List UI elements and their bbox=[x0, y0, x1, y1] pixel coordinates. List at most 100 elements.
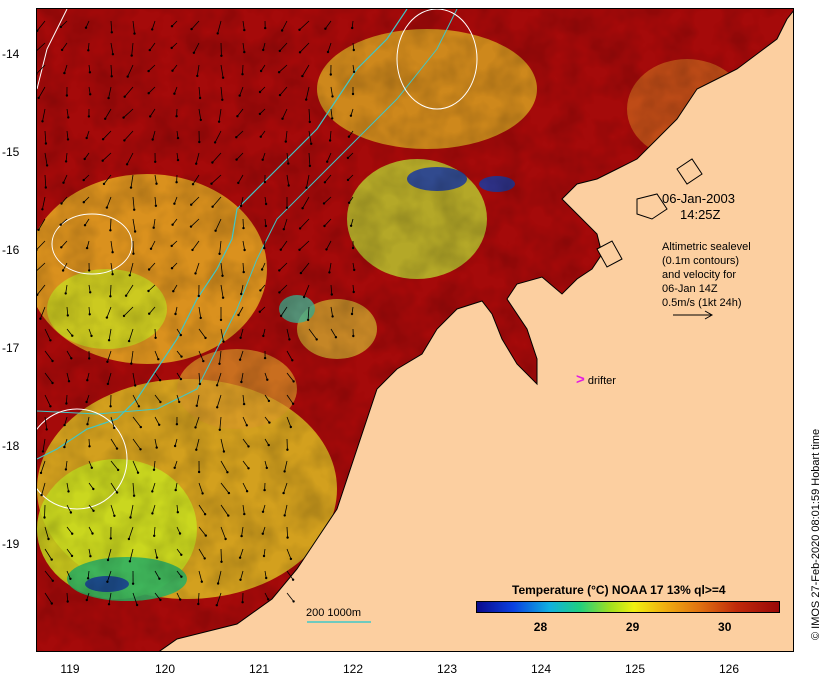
velocity-arrow-head bbox=[197, 294, 200, 298]
velocity-arrow-head bbox=[85, 136, 88, 140]
velocity-arrow-head bbox=[242, 402, 246, 406]
velocity-arrow-head bbox=[59, 223, 62, 226]
velocity-arrow-head bbox=[259, 69, 263, 73]
velocity-arrow-head bbox=[109, 405, 112, 408]
velocity-arrow-head bbox=[88, 445, 91, 448]
velocity-arrow-head bbox=[291, 359, 294, 362]
velocity-arrow-head bbox=[90, 466, 93, 469]
velocity-arrow-head bbox=[326, 50, 330, 54]
velocity-arrow-head bbox=[139, 448, 142, 451]
velocity-arrow-head bbox=[220, 54, 223, 57]
velocity-arrow-head bbox=[151, 512, 154, 515]
velocity-arrow-head bbox=[71, 334, 74, 337]
velocity-arrow-head bbox=[88, 71, 92, 74]
info-line: and velocity for bbox=[662, 269, 736, 281]
velocity-arrow-head bbox=[191, 183, 195, 186]
velocity-arrow-head bbox=[266, 378, 269, 381]
velocity-arrow-head bbox=[299, 271, 303, 275]
velocity-arrow-head bbox=[238, 94, 241, 97]
velocity-arrow-head bbox=[39, 471, 43, 475]
temperature-colorbar bbox=[476, 601, 780, 613]
velocity-arrow-head bbox=[69, 577, 72, 580]
velocity-arrow-head bbox=[322, 202, 326, 205]
velocity-arrow-head bbox=[174, 488, 177, 492]
velocity-arrow-head bbox=[240, 380, 243, 384]
velocity-arrow-head bbox=[107, 339, 111, 342]
velocity-arrow-head bbox=[63, 445, 66, 449]
velocity-arrow-head bbox=[280, 29, 284, 32]
velocity-arrow-head bbox=[210, 182, 213, 185]
velocity-arrow-head bbox=[122, 116, 125, 119]
velocity-arrow-head bbox=[298, 51, 302, 54]
velocity-arrow-head bbox=[239, 578, 242, 581]
velocity-arrow-head bbox=[45, 428, 48, 431]
velocity-arrow-head bbox=[130, 54, 133, 57]
velocity-arrow-head bbox=[170, 244, 173, 248]
velocity-arrow-head bbox=[192, 51, 196, 54]
x-tick-label: 122 bbox=[342, 662, 364, 676]
velocity-arrow-head bbox=[278, 291, 281, 294]
velocity-arrow-head bbox=[149, 115, 152, 118]
velocity-arrow-head bbox=[220, 560, 223, 563]
velocity-arrow-head bbox=[51, 381, 54, 385]
velocity-arrow-head bbox=[349, 114, 353, 117]
velocity-arrow-head bbox=[328, 271, 331, 274]
velocity-arrow-head bbox=[221, 274, 224, 277]
velocity-arrow-head bbox=[197, 602, 200, 606]
velocity-arrow-head bbox=[278, 49, 281, 53]
velocity-arrow-head bbox=[263, 488, 266, 492]
velocity-arrow-head bbox=[202, 359, 205, 363]
velocity-arrow-head bbox=[155, 182, 158, 185]
velocity-arrow-head bbox=[227, 514, 230, 517]
velocity-arrow-head bbox=[128, 274, 131, 277]
velocity-arrow-head bbox=[189, 225, 193, 228]
info-line: 06-Jan 14Z bbox=[662, 283, 718, 295]
velocity-arrow-head bbox=[243, 50, 246, 54]
velocity-arrow-head bbox=[88, 313, 91, 316]
velocity-arrow-head bbox=[268, 421, 271, 424]
velocity-arrow-head bbox=[258, 310, 261, 313]
velocity-arrow-head bbox=[104, 117, 107, 121]
velocity-arrow-head bbox=[323, 224, 326, 228]
velocity-arrow-head bbox=[261, 158, 264, 161]
velocity-arrow-head bbox=[41, 120, 44, 123]
velocity-arrow-head bbox=[148, 312, 151, 315]
drifter-legend: > drifter bbox=[576, 371, 616, 388]
velocity-arrow-head bbox=[326, 160, 329, 163]
velocity-arrow-head bbox=[86, 577, 90, 580]
velocity-arrow-head bbox=[298, 248, 301, 251]
velocity-arrow-head bbox=[203, 513, 207, 516]
velocity-arrow-head bbox=[349, 224, 353, 227]
velocity-arrow-head bbox=[346, 156, 350, 160]
velocity-arrow-head bbox=[288, 338, 291, 341]
velocity-arrow-head bbox=[264, 224, 268, 228]
velocity-arrow-head bbox=[201, 492, 204, 495]
velocity-arrow-head bbox=[152, 226, 155, 229]
colorbar-tick-label: 29 bbox=[625, 620, 640, 634]
velocity-arrow-head bbox=[263, 356, 267, 360]
velocity-arrow-head bbox=[64, 292, 67, 295]
velocity-arrow-head bbox=[224, 537, 227, 541]
velocity-arrow-head bbox=[151, 138, 154, 141]
velocity-arrow-head bbox=[172, 290, 175, 293]
velocity-arrow-head bbox=[71, 532, 74, 535]
velocity-arrow-head bbox=[63, 423, 66, 427]
velocity-arrow-head bbox=[65, 94, 69, 97]
velocity-arrow-head bbox=[346, 178, 350, 182]
velocity-arrow-head bbox=[132, 252, 135, 255]
velocity-arrow-head bbox=[115, 447, 119, 450]
velocity-arrow-head bbox=[158, 577, 161, 580]
velocity-arrow-head bbox=[89, 555, 92, 558]
velocity-arrow-head bbox=[261, 532, 264, 535]
sst-map[interactable] bbox=[36, 8, 794, 652]
velocity-arrow-head bbox=[110, 75, 113, 78]
velocity-arrow-head bbox=[87, 115, 91, 118]
velocity-arrow-head bbox=[83, 224, 87, 227]
velocity-arrow-head bbox=[198, 140, 201, 144]
velocity-arrow-head bbox=[350, 312, 354, 316]
velocity-arrow-head bbox=[111, 251, 114, 254]
x-tick-label: 124 bbox=[530, 662, 552, 676]
velocity-arrow-head bbox=[287, 162, 290, 165]
velocity-arrow-head bbox=[306, 318, 310, 322]
velocity-arrow-head bbox=[211, 205, 214, 208]
